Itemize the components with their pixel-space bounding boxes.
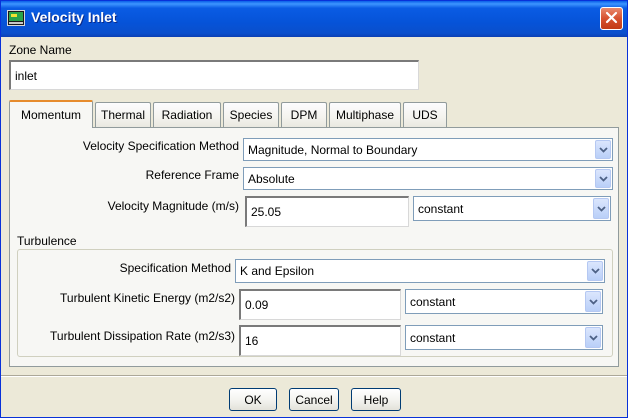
chevron-down-icon[interactable] <box>593 198 609 219</box>
reference-frame-value: Absolute <box>248 171 295 186</box>
tab-thermal[interactable]: Thermal <box>95 102 151 127</box>
velocity-magnitude-profile-value: constant <box>418 201 464 216</box>
chevron-down-icon[interactable] <box>585 327 601 348</box>
turbulent-kinetic-energy-input[interactable]: 0.09 <box>239 289 401 320</box>
help-button[interactable]: Help <box>351 388 401 411</box>
velocity-magnitude-label: Velocity Magnitude (m/s) <box>107 199 239 213</box>
cancel-button-label: Cancel <box>295 392 333 407</box>
tab-momentum[interactable]: Momentum <box>9 100 93 128</box>
velocity-magnitude-input[interactable]: 25.05 <box>245 196 409 227</box>
zone-name-input[interactable]: inlet <box>9 60 419 90</box>
close-button[interactable] <box>600 7 623 30</box>
velocity-magnitude-profile-select[interactable]: constant <box>413 196 611 221</box>
tab-radiation-label: Radiation <box>161 108 213 122</box>
chevron-down-icon[interactable] <box>595 169 611 188</box>
turbulent-dissipation-rate-input[interactable]: 16 <box>239 325 401 356</box>
turbulent-kinetic-energy-profile-value: constant <box>410 294 456 309</box>
turbulent-dissipation-rate-profile-value: constant <box>410 330 456 345</box>
tab-dpm-label: DPM <box>290 108 318 122</box>
tab-uds-label: UDS <box>412 108 438 122</box>
tab-species[interactable]: Species <box>223 102 279 127</box>
tab-radiation[interactable]: Radiation <box>153 102 221 127</box>
turbulent-kinetic-energy-value: 0.09 <box>245 298 269 312</box>
velocity-inlet-dialog: Velocity Inlet Zone Name inlet Momentum … <box>0 0 628 418</box>
turbulent-kinetic-energy-label: Turbulent Kinetic Energy (m2/s2) <box>60 291 235 305</box>
zone-name-value: inlet <box>15 68 38 83</box>
tab-multiphase[interactable]: Multiphase <box>329 102 401 127</box>
ok-button[interactable]: OK <box>229 388 277 411</box>
chevron-down-icon[interactable] <box>587 261 603 281</box>
dialog-separator <box>1 375 627 377</box>
close-icon <box>605 11 618 27</box>
cancel-button[interactable]: Cancel <box>289 388 339 411</box>
tab-species-label: Species <box>229 108 273 122</box>
turbulent-dissipation-rate-value: 16 <box>245 334 259 348</box>
turbulence-group-label: Turbulence <box>17 234 77 248</box>
tab-momentum-label: Momentum <box>20 108 82 122</box>
fluent-app-icon <box>7 10 25 26</box>
chevron-down-icon[interactable] <box>595 140 611 159</box>
reference-frame-select[interactable]: Absolute <box>243 167 613 190</box>
tab-thermal-label: Thermal <box>100 108 145 122</box>
tab-multiphase-label: Multiphase <box>335 108 395 122</box>
turbulent-dissipation-rate-profile-select[interactable]: constant <box>405 325 603 350</box>
help-button-label: Help <box>363 392 389 407</box>
window-title: Velocity Inlet <box>31 9 117 25</box>
ok-button-label: OK <box>244 392 262 407</box>
velocity-spec-method-label: Velocity Specification Method <box>82 139 239 153</box>
tab-dpm[interactable]: DPM <box>281 102 327 127</box>
turbulent-kinetic-energy-profile-select[interactable]: constant <box>405 289 603 314</box>
tab-uds[interactable]: UDS <box>403 102 447 127</box>
velocity-spec-method-value: Magnitude, Normal to Boundary <box>248 142 418 157</box>
turbulence-spec-method-label: Specification Method <box>119 261 231 275</box>
turbulence-spec-method-value: K and Epsilon <box>240 264 315 278</box>
title-bar[interactable]: Velocity Inlet <box>1 1 627 37</box>
turbulence-spec-method-select[interactable]: K and Epsilon <box>235 259 605 283</box>
turbulent-dissipation-rate-label: Turbulent Dissipation Rate (m2/s3) <box>50 329 235 343</box>
chevron-down-icon[interactable] <box>585 291 601 312</box>
velocity-spec-method-select[interactable]: Magnitude, Normal to Boundary <box>243 138 613 161</box>
zone-name-label: Zone Name <box>9 43 72 57</box>
reference-frame-label: Reference Frame <box>145 168 239 182</box>
velocity-magnitude-value: 25.05 <box>251 205 282 219</box>
